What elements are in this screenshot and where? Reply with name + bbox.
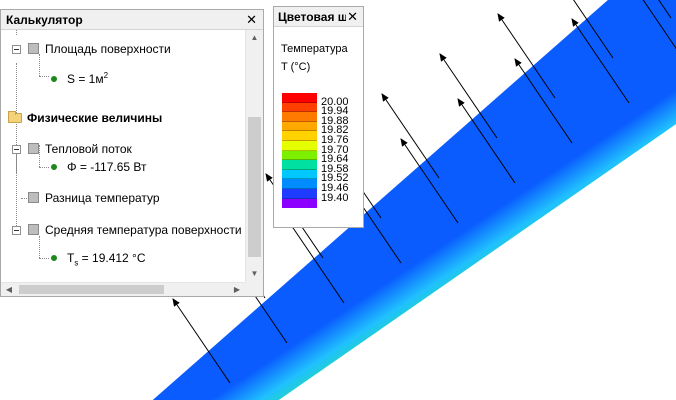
scale-swatch	[282, 102, 317, 113]
tree-value-text: Φ = -117.65 Вт	[67, 160, 147, 174]
color-scale-titlebar[interactable]: Цветовая ш... ✕	[274, 7, 363, 27]
collapse-icon[interactable]	[12, 145, 21, 154]
calculator-tree[interactable]: Площадь поверхности S = 1м2 Физические в…	[1, 30, 245, 282]
tree-value-text: = 19.412 °C	[78, 251, 146, 265]
tree-folder-label: Физические величины	[27, 111, 163, 125]
scale-unit: T (°C)	[281, 61, 311, 73]
scale-swatch	[282, 198, 317, 209]
scale-swatch	[282, 112, 317, 122]
tree-value-mean-surface-temperature[interactable]: Ts = 19.412 °C	[51, 249, 146, 267]
node-icon	[28, 143, 39, 154]
tree-folder-physical-quantities[interactable]: Физические величины	[8, 109, 162, 127]
scroll-up-icon[interactable]: ▲	[246, 30, 263, 46]
color-scale-panel[interactable]: Цветовая ш... ✕ Температура T (°C) 20.00…	[273, 6, 364, 228]
horizontal-scrollbar[interactable]: ◀ ▶	[1, 282, 245, 296]
vertical-scroll-thumb[interactable]	[248, 117, 261, 257]
tree-item-heat-flow[interactable]: Тепловой поток	[28, 140, 132, 158]
tree-value-surface-area[interactable]: S = 1м2	[51, 67, 109, 86]
scale-swatch	[282, 93, 317, 103]
tree-item-label: Разница температур	[45, 191, 160, 205]
scale-swatch	[282, 121, 317, 132]
value-dot-icon	[51, 255, 57, 261]
scale-swatch	[282, 188, 317, 199]
collapse-icon[interactable]	[12, 226, 21, 235]
collapse-icon[interactable]	[12, 45, 21, 54]
tree-item-label: Площадь поверхности	[45, 42, 171, 56]
calculator-panel[interactable]: Калькулятор ✕ Площадь поверхности S = 1м…	[0, 9, 264, 297]
scale-swatch	[282, 150, 317, 161]
close-icon[interactable]: ✕	[346, 9, 359, 24]
node-icon	[28, 192, 39, 203]
tree-item-label: Средняя температура поверхности	[45, 223, 242, 237]
scrollbar-corner	[245, 282, 263, 296]
value-dot-icon	[51, 76, 57, 82]
node-icon	[28, 43, 39, 54]
horizontal-scroll-thumb[interactable]	[19, 285, 164, 294]
node-icon	[28, 224, 39, 235]
tree-value-heat-flow[interactable]: Φ = -117.65 Вт	[51, 158, 147, 176]
scroll-down-icon[interactable]: ▼	[246, 266, 263, 282]
value-dot-icon	[51, 164, 57, 170]
calculator-title: Калькулятор	[6, 12, 83, 27]
tree-value-text: S = 1м	[67, 72, 104, 86]
heat-flux-arrow	[381, 93, 440, 179]
scale-swatch	[282, 169, 317, 180]
vertical-scrollbar[interactable]: ▲ ▼	[245, 30, 263, 282]
scale-swatch	[282, 179, 317, 189]
tree-item-temperature-difference[interactable]: Разница температур	[28, 189, 160, 207]
scale-swatch	[282, 140, 317, 151]
color-scale-title: Цветовая ш...	[278, 9, 347, 24]
tree-item-mean-surface-temperature[interactable]: Средняя температура поверхности	[28, 221, 242, 239]
scale-swatch	[282, 160, 317, 170]
scroll-right-icon[interactable]: ▶	[229, 283, 245, 297]
tree-item-surface-area[interactable]: Площадь поверхности	[28, 40, 171, 58]
scale-quantity: Температура	[281, 43, 348, 55]
calculator-titlebar[interactable]: Калькулятор ✕	[1, 10, 263, 30]
tree-item-label: Тепловой поток	[45, 142, 132, 156]
scale-label: 19.40	[321, 191, 349, 204]
folder-icon	[8, 111, 22, 123]
close-icon[interactable]: ✕	[245, 12, 258, 27]
color-scale-bar	[282, 93, 317, 209]
tree-value-sup: 2	[103, 71, 109, 80]
scroll-left-icon[interactable]: ◀	[1, 283, 17, 297]
scale-swatch	[282, 131, 317, 141]
